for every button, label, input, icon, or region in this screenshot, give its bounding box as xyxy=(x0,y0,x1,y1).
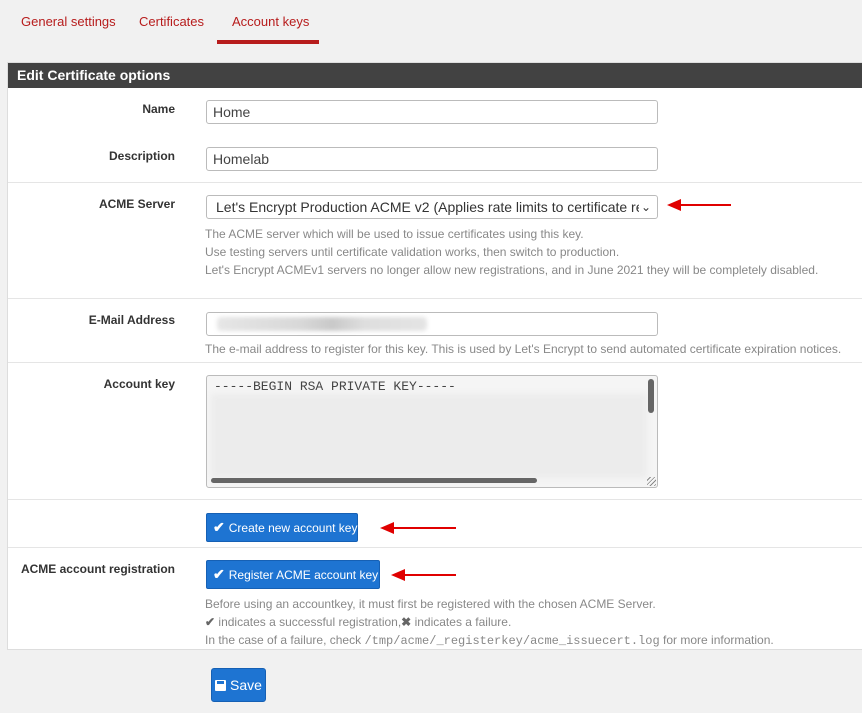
horizontal-scrollbar[interactable] xyxy=(211,478,537,483)
registration-help-line2: ✔ indicates a successful registration,✖ … xyxy=(205,613,774,631)
registration-help: Before using an accountkey, it must firs… xyxy=(205,595,774,650)
create-new-account-key-button[interactable]: ✔ Create new account key xyxy=(206,513,358,542)
failure-x-icon: ✖ xyxy=(401,615,412,629)
description-input[interactable]: Homelab xyxy=(206,147,658,171)
log-path: /tmp/acme/_registerkey/acme_issuecert.lo… xyxy=(364,634,660,648)
save-label: Save xyxy=(230,677,262,693)
registration-row: ACME account registration ✔ Register ACM… xyxy=(8,547,862,651)
active-tab-indicator xyxy=(217,40,319,44)
acme-server-label: ACME Server xyxy=(98,197,175,211)
email-help: The e-mail address to register for this … xyxy=(205,342,842,356)
create-key-label: Create new account key xyxy=(228,520,358,535)
success-check-icon: ✔ xyxy=(205,615,216,629)
acme-server-row: ACME Server Let's Encrypt Production ACM… xyxy=(8,182,862,298)
redacted-key xyxy=(211,394,647,478)
account-key-label: Account key xyxy=(103,377,175,391)
acme-server-select[interactable]: Let's Encrypt Production ACME v2 (Applie… xyxy=(206,195,658,219)
registration-help-post: for more information. xyxy=(663,633,774,647)
registration-help-pre: In the case of a failure, check xyxy=(205,633,362,647)
email-row: E-Mail Address The e-mail address to reg… xyxy=(8,298,862,362)
tab-bar: General settings Certificates Account ke… xyxy=(0,0,862,45)
registration-help-line3: In the case of a failure, check /tmp/acm… xyxy=(205,631,774,650)
acme-server-help-line2: Use testing servers until certificate va… xyxy=(205,245,620,259)
vertical-scrollbar[interactable] xyxy=(648,379,654,413)
redacted-email xyxy=(217,317,427,331)
annotation-arrow-register-key xyxy=(391,569,456,581)
save-button[interactable]: Save xyxy=(211,668,266,702)
registration-help-failure: indicates a failure. xyxy=(414,615,512,629)
name-label: Name xyxy=(142,102,175,116)
resize-grip-icon[interactable] xyxy=(647,477,656,486)
acme-server-help: The ACME server which will be used to is… xyxy=(205,225,818,279)
annotation-arrow-acme-server xyxy=(667,199,731,211)
acme-server-selected: Let's Encrypt Production ACME v2 (Applie… xyxy=(216,199,644,215)
panel-title: Edit Certificate options xyxy=(8,63,862,88)
annotation-arrow-create-key xyxy=(380,522,456,534)
check-icon: ✔ xyxy=(213,519,225,535)
name-input[interactable]: Home xyxy=(206,100,658,124)
check-icon: ✔ xyxy=(213,566,225,582)
tab-certificates[interactable]: Certificates xyxy=(139,14,204,29)
chevron-down-icon: ⌄ xyxy=(639,198,653,216)
registration-label: ACME account registration xyxy=(20,562,175,576)
name-row: Name Home xyxy=(8,88,862,134)
account-key-first-line: -----BEGIN RSA PRIVATE KEY----- xyxy=(214,379,456,394)
registration-help-success: indicates a successful registration, xyxy=(218,615,402,629)
account-key-row: Account key -----BEGIN RSA PRIVATE KEY--… xyxy=(8,362,862,499)
description-label: Description xyxy=(108,149,175,163)
tab-general-settings[interactable]: General settings xyxy=(21,14,116,29)
edit-certificate-panel: Edit Certificate options Name Home Descr… xyxy=(7,62,862,650)
register-key-label: Register ACME account key xyxy=(228,567,379,582)
register-acme-account-key-button[interactable]: ✔ Register ACME account key xyxy=(206,560,380,589)
acme-server-help-line3: Let's Encrypt ACMEv1 servers no longer a… xyxy=(205,263,819,277)
email-label: E-Mail Address xyxy=(88,313,175,327)
acme-server-help-line1: The ACME server which will be used to is… xyxy=(205,227,584,241)
email-input[interactable] xyxy=(206,312,658,336)
floppy-disk-icon xyxy=(215,679,227,691)
registration-help-line1: Before using an accountkey, it must firs… xyxy=(205,597,656,611)
tab-account-keys[interactable]: Account keys xyxy=(232,14,309,29)
account-key-textarea[interactable]: -----BEGIN RSA PRIVATE KEY----- xyxy=(206,375,658,488)
description-row: Description Homelab xyxy=(8,134,862,182)
